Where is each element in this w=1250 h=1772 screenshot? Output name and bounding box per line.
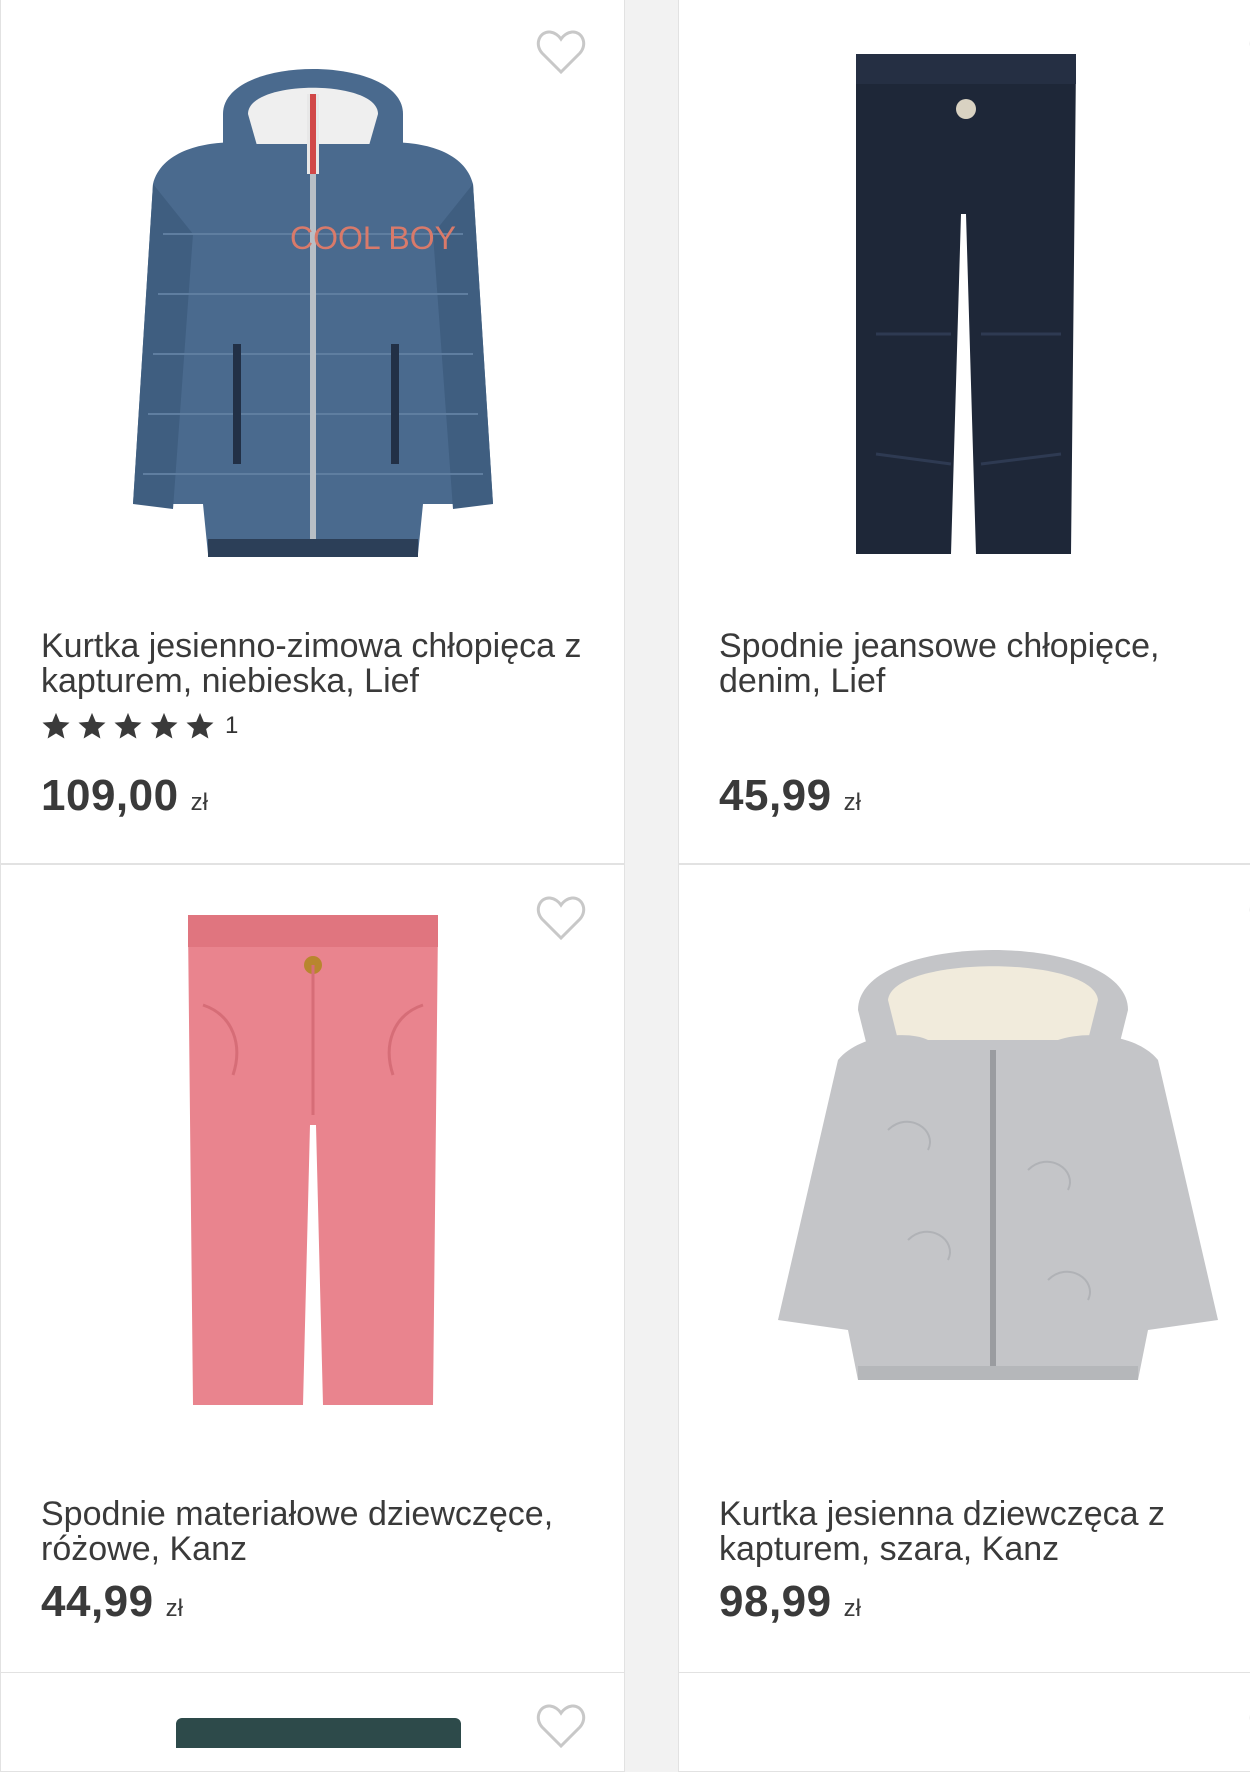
currency-label: zł: [190, 789, 208, 816]
star-icon: [150, 712, 178, 739]
product-image[interactable]: [1, 905, 624, 1425]
product-card[interactable]: Spodnie jeansowe chłopięce, denim, Lief …: [678, 0, 1250, 864]
star-icon: [186, 712, 214, 739]
product-title[interactable]: Kurtka jesienno-zimowa chłopięca z kaptu…: [41, 629, 584, 699]
product-card[interactable]: Spodnie materiałowe dziewczęce, różowe, …: [0, 864, 625, 1674]
blue-puffer-jacket-image: COOL BOY: [132, 69, 493, 557]
rating-count: 1: [225, 712, 239, 739]
product-card[interactable]: Kurtka jesienna dziewczęca z kapturem, s…: [678, 864, 1250, 1674]
currency-label: zł: [165, 1595, 183, 1622]
pink-trousers-image: [187, 915, 438, 1405]
grey-quilted-jacket-image: [778, 950, 1218, 1380]
product-card[interactable]: COOL BOY Kurtka jesienno-zimowa chłopięc…: [0, 0, 625, 864]
star-icon: [42, 712, 70, 739]
product-image[interactable]: [679, 19, 1250, 589]
product-title[interactable]: Spodnie jeansowe chłopięce, denim, Lief: [719, 629, 1237, 699]
price-amount: 109,00: [41, 771, 179, 820]
price-amount: 44,99: [41, 1577, 154, 1626]
product-card[interactable]: [678, 1672, 1250, 1772]
product-image[interactable]: [689, 925, 1250, 1405]
star-icon: [78, 712, 106, 739]
price: 109,00 zł: [41, 771, 208, 821]
currency-label: zł: [843, 1595, 861, 1622]
price: 98,99 zł: [719, 1577, 861, 1627]
product-title[interactable]: Spodnie materiałowe dziewczęce, różowe, …: [41, 1497, 584, 1567]
price: 44,99 zł: [41, 1577, 183, 1627]
heart-icon[interactable]: [536, 1703, 586, 1749]
price: 45,99 zł: [719, 771, 861, 821]
navy-jeans-image: [855, 54, 1076, 554]
rating: 1: [41, 711, 238, 741]
product-title[interactable]: Kurtka jesienna dziewczęca z kapturem, s…: [719, 1497, 1237, 1567]
product-image[interactable]: [176, 1718, 461, 1748]
price-amount: 45,99: [719, 771, 832, 820]
currency-label: zł: [843, 789, 861, 816]
svg-text:COOL BOY: COOL BOY: [290, 220, 456, 256]
product-card[interactable]: [0, 1672, 625, 1772]
product-image[interactable]: COOL BOY: [1, 19, 624, 589]
price-amount: 98,99: [719, 1577, 832, 1626]
star-icon: [114, 712, 142, 739]
